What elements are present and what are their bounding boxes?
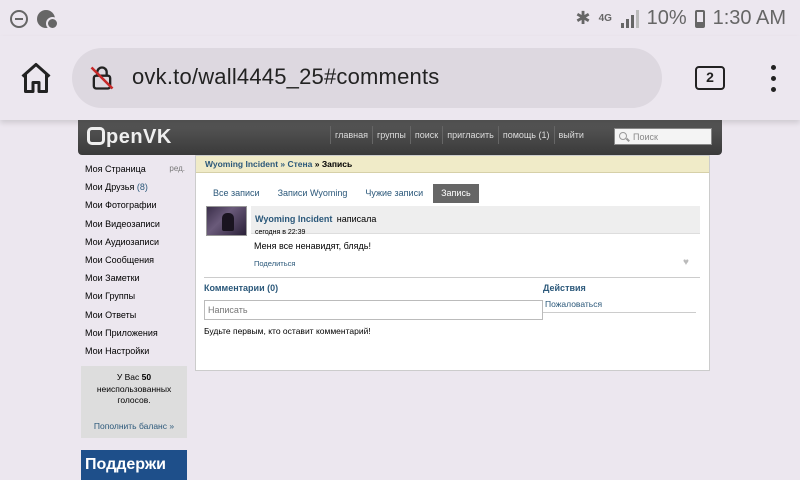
insecure-lock-icon[interactable] <box>88 64 116 92</box>
sidebar-item-apps[interactable]: Мои Приложения <box>81 324 187 342</box>
like-heart-icon[interactable]: ♥ <box>683 257 689 268</box>
sidebar-item-label: Моя Страница <box>85 164 146 174</box>
logo-mark-icon <box>87 127 105 145</box>
search-input[interactable]: Поиск <box>614 128 712 145</box>
status-bar: ✱ 4G 10% 1:30 AM <box>0 0 800 36</box>
comment-input[interactable]: Написать <box>204 300 543 320</box>
search-icon <box>619 132 627 140</box>
address-bar[interactable]: ovk.to/wall4445_25#comments <box>72 48 662 108</box>
wall-tabs: Все записи Записи Wyoming Чужие записи З… <box>205 184 481 203</box>
data-saver-icon <box>37 10 59 30</box>
divider <box>204 277 700 278</box>
breadcrumb-wall[interactable]: Стена <box>288 159 313 169</box>
post-author[interactable]: Wyoming Incident <box>255 214 332 224</box>
battery-icon <box>694 9 705 28</box>
nav-groups[interactable]: группы <box>371 126 410 144</box>
votes-box: У Вас 50 неиспользованных голосов. Попол… <box>81 366 187 439</box>
tab-post[interactable]: Запись <box>433 184 479 203</box>
clock: 1:30 AM <box>712 7 786 29</box>
votes-count: 50 <box>141 372 152 383</box>
network-type: 4G <box>598 12 612 24</box>
sidebar-item-audios[interactable]: Мои Аудиозаписи <box>81 233 187 251</box>
sidebar: Моя Страница ред. Мои Друзья (8) Мои Фото… <box>81 160 187 480</box>
do-not-disturb-icon <box>10 10 28 28</box>
nav-logout[interactable]: выйти <box>553 126 588 144</box>
bluetooth-icon: ✱ <box>575 8 591 28</box>
overflow-menu-icon[interactable] <box>770 65 776 93</box>
breadcrumb-separator: » <box>312 159 322 169</box>
sidebar-item-label: Мои Друзья <box>85 182 135 193</box>
breadcrumb-owner[interactable]: Wyoming Incident <box>205 159 278 169</box>
tab-others-posts[interactable]: Чужие записи <box>357 184 431 203</box>
sidebar-item-notes[interactable]: Мои Заметки <box>81 269 187 287</box>
browser-toolbar: ovk.to/wall4445_25#comments 2 <box>0 36 800 120</box>
share-link[interactable]: Поделиться <box>254 259 295 268</box>
sidebar-item-messages[interactable]: Мои Сообщения <box>81 251 187 269</box>
home-icon[interactable] <box>18 60 54 96</box>
logo-text: penVK <box>106 126 172 148</box>
battery-percent: 10% <box>646 7 687 29</box>
tab-owner-posts[interactable]: Записи Wyoming <box>270 184 356 203</box>
votes-prefix: У Вас <box>116 372 140 383</box>
url-text[interactable]: ovk.to/wall4445_25#comments <box>132 64 439 90</box>
sidebar-item-groups[interactable]: Мои Группы <box>81 287 187 305</box>
no-comments-text: Будьте первым, кто оставит комментарий! <box>204 326 371 336</box>
friends-count: (8) <box>136 182 148 193</box>
signal-icon <box>620 9 639 28</box>
sidebar-item-friends[interactable]: Мои Друзья (8) <box>81 178 187 196</box>
post-action: написала <box>336 214 377 224</box>
sidebar-item-videos[interactable]: Мои Видеозаписи <box>81 215 187 233</box>
post-time[interactable]: сегодня в 22:39 <box>255 229 700 236</box>
votes-suffix: неиспользованных голосов. <box>96 383 172 406</box>
breadcrumb: Wyoming Incident » Стена » Запись <box>196 156 709 173</box>
tab-all-posts[interactable]: Все записи <box>205 184 268 203</box>
search-placeholder: Поиск <box>633 132 658 142</box>
avatar[interactable] <box>206 206 247 236</box>
sidebar-item-my-page[interactable]: Моя Страница ред. <box>81 160 187 178</box>
main-content: Wyoming Incident » Стена » Запись Все за… <box>195 155 710 371</box>
nav-invite[interactable]: пригласить <box>442 126 498 144</box>
breadcrumb-current: Запись <box>321 159 353 169</box>
status-right: ✱ 4G 10% 1:30 AM <box>575 7 786 30</box>
support-banner[interactable]: Поддержи <box>81 450 187 480</box>
tab-switcher-button[interactable]: 2 <box>695 66 725 90</box>
sidebar-item-settings[interactable]: Мои Настройки <box>81 342 187 360</box>
actions-title: Действия <box>543 283 586 293</box>
nav-search[interactable]: поиск <box>409 126 442 144</box>
top-up-link[interactable]: Пополнить баланс » <box>85 421 183 433</box>
site-header: penVK главная группы поиск пригласить по… <box>78 118 722 155</box>
post-header: Wyoming Incident написала сегодня в 22:3… <box>251 206 700 236</box>
top-nav: главная группы поиск пригласить помощь (… <box>330 126 588 144</box>
post-text: Меня все ненавидят, блядь! <box>254 241 371 251</box>
sidebar-item-photos[interactable]: Мои Фотографии <box>81 196 187 214</box>
edit-link[interactable]: ред. <box>169 160 185 178</box>
breadcrumb-separator: » <box>278 159 288 169</box>
openvk-logo[interactable]: penVK <box>87 126 172 149</box>
report-link[interactable]: Пожаловаться <box>543 297 696 313</box>
nav-home[interactable]: главная <box>330 126 372 144</box>
comments-title: Комментарии (0) <box>204 283 279 293</box>
nav-help[interactable]: помощь (1) <box>497 126 554 144</box>
sidebar-item-answers[interactable]: Мои Ответы <box>81 306 187 324</box>
